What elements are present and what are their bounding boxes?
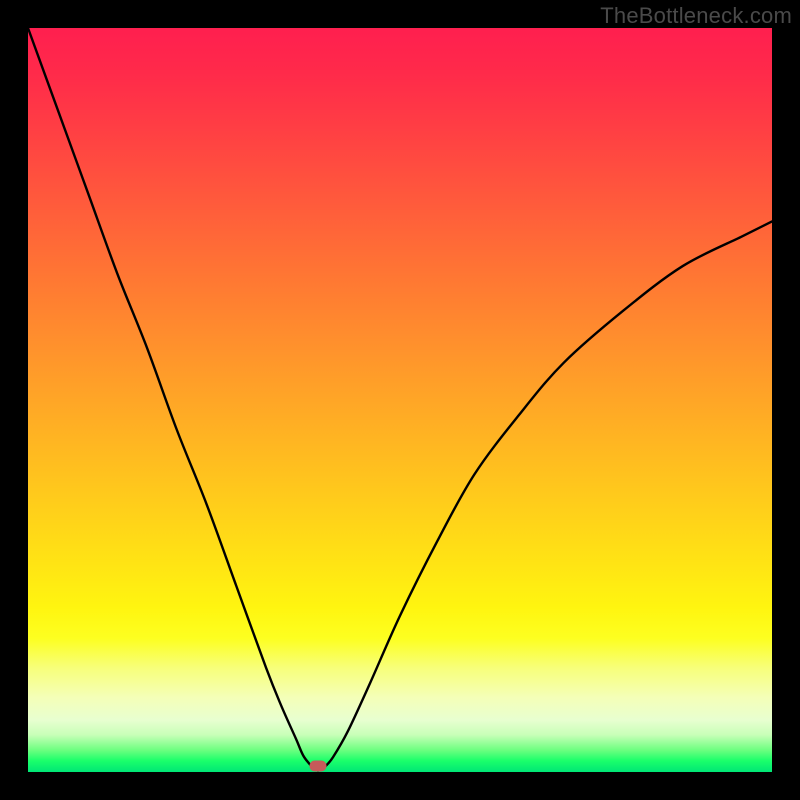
minimum-marker <box>310 761 327 772</box>
plot-area <box>28 28 772 772</box>
chart-frame: TheBottleneck.com <box>0 0 800 800</box>
bottleneck-curve <box>28 28 772 772</box>
watermark-text: TheBottleneck.com <box>600 3 792 29</box>
